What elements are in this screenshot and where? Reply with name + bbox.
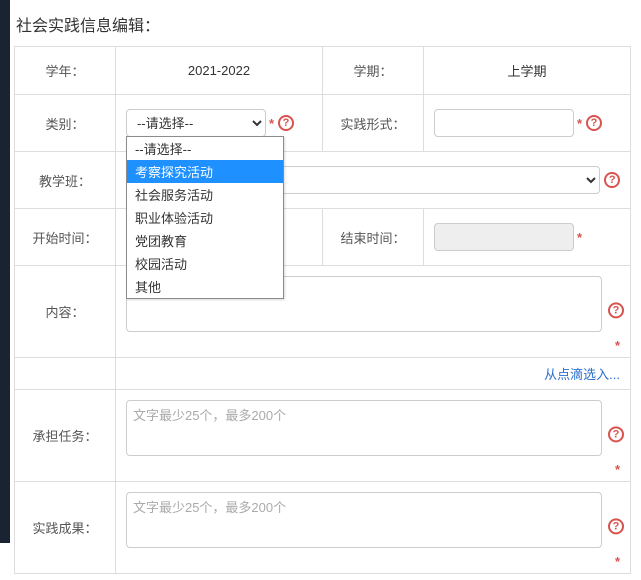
page-title: 社会实践信息编辑： bbox=[14, 6, 631, 46]
category-dropdown-list: --请选择-- 考察探究活动 社会服务活动 职业体验活动 党团教育 校园活动 其… bbox=[126, 136, 284, 299]
category-option[interactable]: 其他 bbox=[127, 275, 283, 298]
required-mark: * bbox=[269, 116, 274, 131]
help-icon[interactable]: ? bbox=[608, 426, 624, 442]
label-result: 实践成果： bbox=[15, 482, 116, 574]
label-category: 类别： bbox=[15, 95, 116, 152]
label-start-time: 开始时间： bbox=[15, 209, 116, 266]
required-mark: * bbox=[577, 230, 582, 245]
category-option[interactable]: 校园活动 bbox=[127, 252, 283, 275]
required-mark: * bbox=[615, 462, 620, 477]
value-term: 上学期 bbox=[423, 47, 630, 95]
category-select[interactable]: --请选择-- bbox=[126, 109, 266, 137]
category-option[interactable]: 考察探究活动 bbox=[127, 160, 283, 183]
category-option[interactable]: 职业体验活动 bbox=[127, 206, 283, 229]
required-mark: * bbox=[615, 338, 620, 353]
help-icon[interactable]: ? bbox=[278, 115, 294, 131]
form-table: 学年： 2021-2022 学期： 上学期 类别： --请选择-- * ? --… bbox=[14, 46, 631, 574]
label-class: 教学班： bbox=[15, 152, 116, 209]
page-container: 社会实践信息编辑： 学年： 2021-2022 学期： 上学期 类别： --请选… bbox=[0, 0, 641, 580]
label-task: 承担任务： bbox=[15, 390, 116, 482]
label-content: 内容： bbox=[15, 266, 116, 358]
help-icon[interactable]: ? bbox=[608, 302, 624, 318]
value-year: 2021-2022 bbox=[115, 47, 322, 95]
help-icon[interactable]: ? bbox=[586, 115, 602, 131]
label-year: 学年： bbox=[15, 47, 116, 95]
required-mark: * bbox=[615, 554, 620, 569]
help-icon[interactable]: ? bbox=[608, 518, 624, 534]
import-link[interactable]: 从点滴选入... bbox=[544, 367, 620, 382]
category-option[interactable]: 社会服务活动 bbox=[127, 183, 283, 206]
category-option[interactable]: 党团教育 bbox=[127, 229, 283, 252]
category-option[interactable]: --请选择-- bbox=[127, 137, 283, 160]
result-textarea[interactable] bbox=[126, 492, 602, 548]
label-term: 学期： bbox=[322, 47, 423, 95]
label-practice-form: 实践形式： bbox=[322, 95, 423, 152]
task-textarea[interactable] bbox=[126, 400, 602, 456]
end-time-input[interactable] bbox=[434, 223, 574, 251]
practice-form-input[interactable] bbox=[434, 109, 574, 137]
help-icon[interactable]: ? bbox=[604, 172, 620, 188]
required-mark: * bbox=[577, 116, 582, 131]
label-end-time: 结束时间： bbox=[322, 209, 423, 266]
